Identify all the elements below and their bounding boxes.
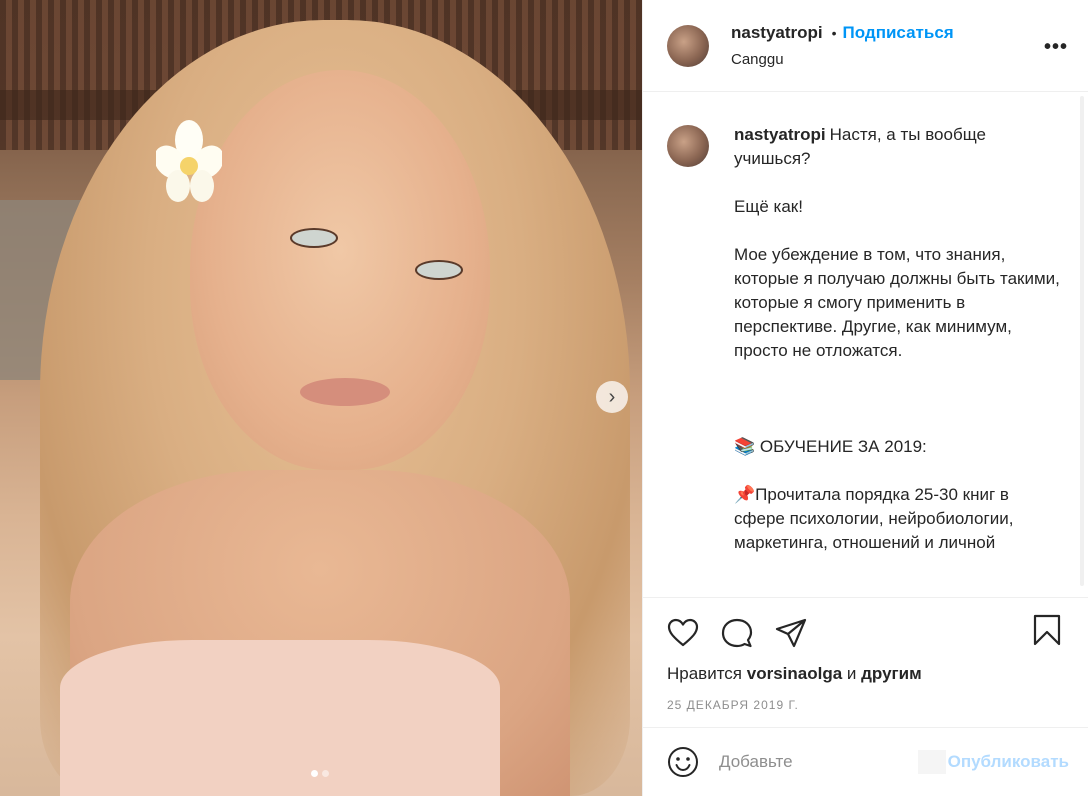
location-link[interactable]: Canggu [731,51,954,68]
post-date[interactable]: 25 ДЕКАБРЯ 2019 Г. [667,698,1065,712]
comment-input[interactable] [719,752,889,772]
share-icon[interactable] [775,618,807,648]
carousel-dot[interactable] [322,770,329,777]
photo-eye-left [290,228,338,248]
likes-conjunction: и [846,664,857,683]
photo-eye-right [415,260,463,280]
caption-text: nastyatropi Настя, а ты вообще учишься? Е… [734,123,1064,555]
publish-stub [917,750,946,774]
post-side-panel: nastyatropi • Подписаться Canggu ••• nas… [642,0,1088,796]
carousel-dots [311,770,329,777]
publish-button[interactable]: Опубликовать [917,750,1069,774]
photo-lips [300,378,390,406]
caption-area: nastyatropi Настя, а ты вообще учишься? Е… [643,93,1088,597]
comment-icon[interactable] [721,617,753,649]
post-header-meta: nastyatropi • Подписаться Canggu [731,23,954,68]
post-photo[interactable]: › [0,0,642,796]
caption-body: Настя, а ты вообще учишься? Ещё как! Мое… [734,125,1060,552]
caption-avatar[interactable] [667,125,709,167]
post-actions: Нравится vorsinaolga и другим 25 ДЕКАБРЯ… [643,597,1088,727]
caption-username[interactable]: nastyatropi [734,125,826,144]
bookmark-icon[interactable] [1033,614,1061,646]
likes-line: Нравится vorsinaolga и другим [667,664,1065,684]
emoji-icon[interactable] [667,746,699,778]
action-icons [667,598,1065,664]
carousel-next-button[interactable]: › [596,381,628,413]
likes-prefix: Нравится [667,664,743,683]
separator-dot: • [831,25,837,41]
follow-button[interactable]: Подписаться [843,23,954,43]
photo-top [60,640,500,796]
post-header: nastyatropi • Подписаться Canggu ••• [643,0,1088,92]
carousel-dot-active[interactable] [311,770,318,777]
author-username[interactable]: nastyatropi [731,23,823,43]
publish-label: Опубликовать [947,752,1069,771]
flower-icon [156,120,222,202]
comment-box: Опубликовать [643,727,1088,796]
likes-others-link[interactable]: другим [861,664,922,683]
caption-scrollbar[interactable] [1080,96,1084,586]
avatar[interactable] [667,24,709,67]
heart-icon[interactable] [667,618,699,648]
more-options-icon[interactable]: ••• [1044,36,1068,59]
likes-user-link[interactable]: vorsinaolga [747,664,842,683]
